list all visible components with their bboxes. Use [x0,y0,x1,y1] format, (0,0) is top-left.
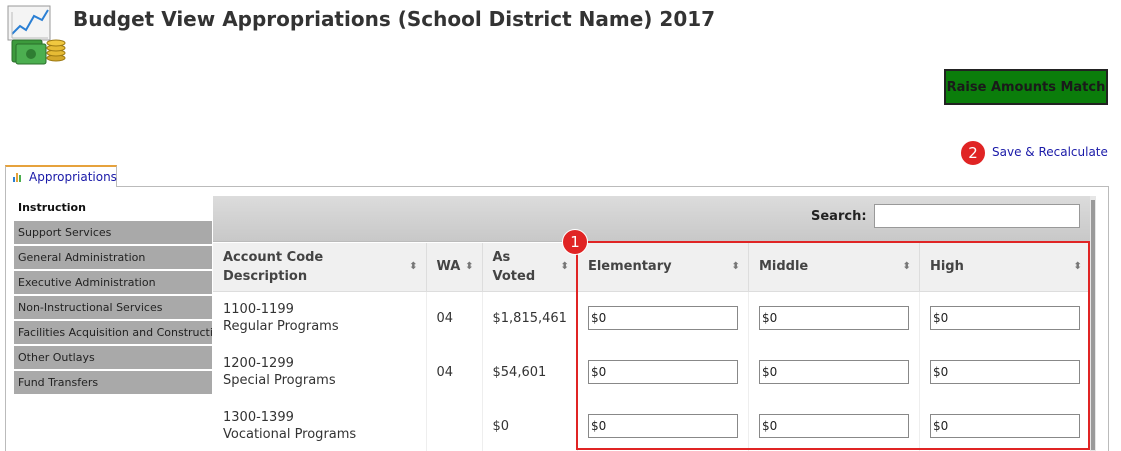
account-code: 1300-1399 [223,410,294,425]
wa-cell: 04 [426,291,483,345]
account-cell: 1100-1199 Regular Programs [213,291,427,345]
high-cell [919,399,1091,451]
high-amount-input[interactable] [929,414,1080,438]
high-cell [919,345,1091,399]
elementary-cell [577,291,749,345]
high-cell [919,291,1091,345]
money-chart-icon [6,4,68,66]
sidebar-item-other-outlays[interactable]: Other Outlays [14,346,212,369]
wa-cell [426,399,483,451]
sidebar-item-support-services[interactable]: Support Services [14,221,212,244]
account-description: Vocational Programs [223,427,357,442]
sidebar-item-general-administration[interactable]: General Administration [14,246,212,269]
sidebar-item-facilities-acquisition[interactable]: Facilities Acquisition and Construction [14,321,212,344]
middle-cell [748,345,920,399]
account-description: Special Programs [223,373,336,388]
elementary-amount-input[interactable] [587,414,738,438]
appropriations-table: Account Code Description ⬍ WA ⬍ As Voted… [213,243,1091,451]
search-label: Search: [811,209,867,224]
category-sidebar: Instruction Support Services General Adm… [14,196,212,396]
middle-amount-input[interactable] [758,414,909,438]
grid-toolbar: Search: [213,196,1091,242]
sort-arrows-icon[interactable]: ⬍ [561,261,569,272]
account-code: 1200-1299 [223,356,294,371]
account-code: 1100-1199 [223,302,294,318]
sort-arrows-icon[interactable]: ⬍ [409,261,417,272]
page-title: Budget View Appropriations (School Distr… [73,7,716,31]
sidebar-item-executive-administration[interactable]: Executive Administration [14,271,212,294]
middle-cell [748,291,920,345]
sort-arrows-icon[interactable]: ⬍ [903,261,911,272]
sort-arrows-icon[interactable]: ⬍ [1074,261,1082,272]
panel-border [1108,186,1109,451]
tab-appropriations[interactable]: Appropriations [5,165,117,187]
search-input[interactable] [874,204,1080,228]
table-row: 1200-1299 Special Programs 04 $54,601 [213,345,1091,399]
middle-cell [748,399,920,451]
tab-divider [5,186,1108,187]
bar-chart-icon [12,171,24,183]
wa-cell: 04 [426,345,483,399]
scrollbar-thumb[interactable] [1091,200,1095,450]
account-description: Regular Programs [223,319,339,335]
panel-border [5,186,6,451]
elementary-amount-input[interactable] [587,360,738,384]
sort-arrows-icon[interactable]: ⬍ [465,261,473,272]
tab-label: Appropriations [29,170,117,184]
step-badge: 2 [960,140,986,166]
sidebar-item-instruction[interactable]: Instruction [14,196,212,219]
column-header-middle[interactable]: Middle ⬍ [748,243,920,292]
elementary-cell [577,345,749,399]
column-header-as-voted[interactable]: As Voted ⬍ [482,243,578,292]
sidebar-item-non-instructional-services[interactable]: Non-Instructional Services [14,296,212,319]
elementary-amount-input[interactable] [587,306,738,331]
column-header-high[interactable]: High ⬍ [919,243,1091,292]
account-cell: 1300-1399 Vocational Programs [213,399,427,451]
as-voted-cell: $54,601 [482,345,578,399]
as-voted-cell: $1,815,461 [482,291,578,345]
raise-amounts-match-button[interactable]: Raise Amounts Match [944,69,1108,105]
elementary-cell [577,399,749,451]
as-voted-cell: $0 [482,399,578,451]
sidebar-item-fund-transfers[interactable]: Fund Transfers [14,371,212,394]
high-amount-input[interactable] [929,360,1080,384]
appropriations-grid: Search: Account Code Description ⬍ WA ⬍ … [213,196,1091,451]
sort-arrows-icon[interactable]: ⬍ [732,261,740,272]
high-amount-input[interactable] [929,306,1080,331]
middle-amount-input[interactable] [758,306,909,331]
account-cell: 1200-1299 Special Programs [213,345,427,399]
middle-amount-input[interactable] [758,360,909,384]
column-header-account[interactable]: Account Code Description ⬍ [213,243,427,292]
vertical-scrollbar[interactable] [1090,196,1096,451]
column-header-elementary[interactable]: Elementary ⬍ [577,243,749,292]
table-row: 1300-1399 Vocational Programs $0 [213,399,1091,451]
step-badge: 1 [562,229,588,255]
save-recalculate-link[interactable]: Save & Recalculate [992,145,1108,159]
table-row: 1100-1199 Regular Programs 04 $1,815,461 [213,291,1091,345]
column-header-wa[interactable]: WA ⬍ [426,243,483,292]
